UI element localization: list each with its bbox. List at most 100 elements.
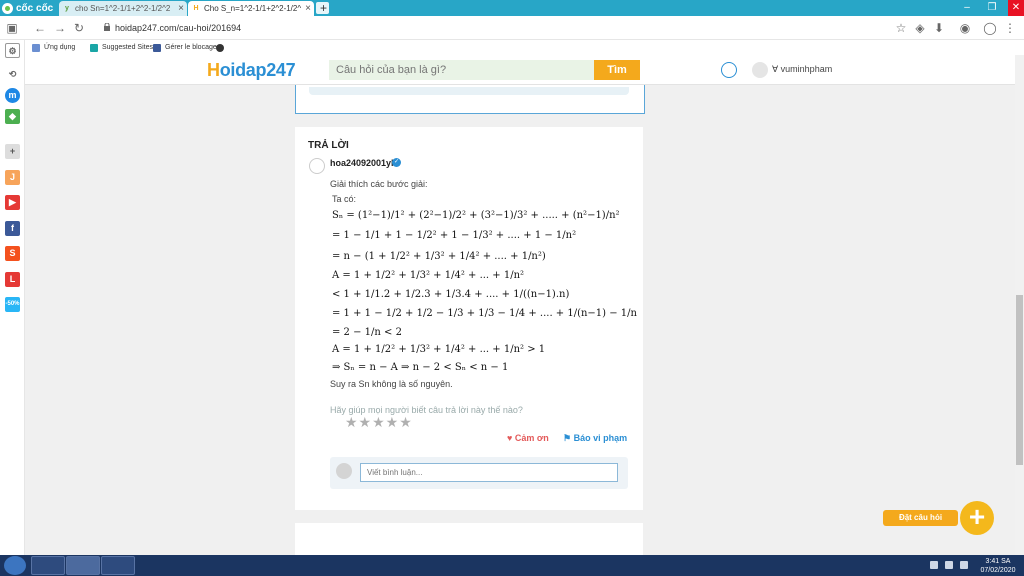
clock-time: 3:41 SA <box>985 558 1011 565</box>
forward-icon[interactable]: → <box>52 20 68 36</box>
close-tab-icon[interactable]: × <box>178 3 184 14</box>
facebook-app-icon[interactable]: f <box>5 221 20 236</box>
bookmark-label: Ứng dụng <box>44 44 76 51</box>
tab-title: Cho S_n=1^2-1/1+2^2-1/2^ <box>204 4 302 13</box>
web-page: Hoidap247 Tìm ∀ vuminhpham TRẢ LỜI hoa24… <box>25 55 1015 555</box>
browser-toolbar: ▣ ← → ↻ hoidap247.com/cau-hoi/201694 ☆ ◈… <box>0 16 1024 40</box>
answer-heading: TRẢ LỜI <box>308 140 349 151</box>
browser-title-bar: cốc cốc y cho Sn=1^2-1/1+2^2-1/2^2 × H C… <box>0 0 1024 16</box>
discount-badge[interactable]: -50% <box>5 297 20 312</box>
close-tab-icon[interactable]: × <box>305 3 311 14</box>
answerer-name[interactable]: hoa24092001yl <box>330 158 394 168</box>
report-label: Báo vi phạm <box>573 433 628 443</box>
messenger-icon[interactable]: m <box>5 88 20 103</box>
math-line: = n − (1 + 1/2² + 1/3² + 1/4² + .... + 1… <box>332 251 546 262</box>
star-rating[interactable]: ★★★★★ <box>345 414 413 431</box>
math-line: = 1 − 1/1 + 1 − 1/2² + 1 − 1/3² + .... +… <box>332 230 577 241</box>
next-card <box>295 523 643 555</box>
bookmark-suggested-sites[interactable]: Suggested Sites <box>90 42 153 53</box>
add-app-icon[interactable]: + <box>5 144 20 159</box>
bookmark-apps[interactable]: Ứng dụng <box>32 42 75 53</box>
windows-taskbar: 3:41 SA 07/02/2020 <box>0 555 1024 576</box>
math-line: A = 1 + 1/2² + 1/3² + 1/4² + ... + 1/n² … <box>332 344 546 355</box>
reload-icon[interactable]: ↻ <box>71 20 87 36</box>
bookmark-star-icon[interactable]: ☆ <box>893 20 909 36</box>
lock-icon <box>104 23 110 31</box>
browser-logo[interactable]: cốc cốc <box>2 1 53 15</box>
game-icon[interactable]: ◆ <box>5 109 20 124</box>
tab-2-active[interactable]: H Cho S_n=1^2-1/1+2^2-1/2^ × <box>188 1 314 16</box>
block-icon[interactable] <box>216 42 228 53</box>
volume-icon[interactable] <box>960 561 968 569</box>
ask-question-label[interactable]: Đặt câu hỏi <box>883 510 958 526</box>
math-line: ⇒ Sₙ = n − A ⇒ n − 2 < Sₙ < n − 1 <box>332 362 509 373</box>
answerer-avatar[interactable] <box>309 158 325 174</box>
tab-favicon-icon: y <box>65 5 69 12</box>
math-line: = 2 − 1/n < 2 <box>332 327 402 338</box>
answer-conclusion: Suy ra Sn không là số nguyên. <box>330 379 453 389</box>
username-text: vuminhpham <box>780 64 833 74</box>
history-icon[interactable]: ⟲ <box>5 67 20 82</box>
tray-up-icon[interactable] <box>930 561 938 569</box>
bell-icon[interactable] <box>721 62 737 78</box>
search-button[interactable]: Tìm <box>594 60 640 80</box>
bing-icon <box>90 43 98 52</box>
download-icon[interactable]: ⬇ <box>931 20 947 36</box>
bookmark-gerer-blocage[interactable]: Gérer le blocage <box>153 42 217 53</box>
minimize-icon[interactable]: – <box>959 0 975 16</box>
explorer-task-icon[interactable] <box>101 556 135 575</box>
network-icon[interactable] <box>945 561 953 569</box>
commenter-avatar <box>336 463 352 479</box>
answer-intro: Giải thích các bước giải: <box>330 179 428 189</box>
answer-card: TRẢ LỜI hoa24092001yl ✓ Giải thích các b… <box>295 127 643 510</box>
comment-input[interactable] <box>360 463 618 482</box>
site-logo[interactable]: Hoidap247 <box>207 60 296 81</box>
bookmarks-bar: Ứng dụng Suggested Sites Gérer le blocag… <box>0 40 1024 55</box>
shopee-icon[interactable]: S <box>5 246 20 261</box>
site-header: Hoidap247 Tìm ∀ vuminhpham <box>25 55 1015 85</box>
block-circle-icon <box>216 43 224 52</box>
back-icon[interactable]: ← <box>32 20 48 36</box>
new-tab-button[interactable]: + <box>316 2 329 14</box>
coccoc-task-icon[interactable] <box>66 556 100 575</box>
username[interactable]: ∀ vuminhpham <box>772 64 832 75</box>
page-scrollbar[interactable] <box>1015 55 1024 555</box>
tab-1[interactable]: y cho Sn=1^2-1/1+2^2-1/2^2 × <box>59 1 187 16</box>
bookmark-label: Suggested Sites <box>102 44 153 51</box>
thanks-button[interactable]: ♥ Cảm ơn <box>507 433 549 443</box>
chrome-task-icon[interactable] <box>31 556 65 575</box>
comment-box <box>330 457 628 489</box>
search-input[interactable] <box>329 60 594 80</box>
app-j-icon[interactable]: J <box>5 170 20 185</box>
math-line: = 1 + 1 − 1/2 + 1/2 − 1/3 + 1/3 − 1/4 + … <box>332 308 637 319</box>
scroll-thumb[interactable] <box>1016 295 1023 465</box>
maximize-icon[interactable]: ❐ <box>984 0 1000 16</box>
browser-sidebar: ⚙ ⟲ m ◆ + J ▶ f S L -50% <box>0 40 25 555</box>
browser-brand: cốc cốc <box>16 2 54 14</box>
user-avatar[interactable] <box>752 62 768 78</box>
report-button[interactable]: ⚑ Báo vi phạm <box>563 433 627 444</box>
close-window-icon[interactable]: ✕ <box>1008 0 1024 16</box>
verified-icon: ✓ <box>392 158 401 167</box>
bookmark-label: Gérer le blocage <box>165 44 217 51</box>
settings-icon[interactable]: ⚙ <box>5 43 20 58</box>
math-line: A = 1 + 1/2² + 1/3² + 1/4² + ... + 1/n² <box>332 270 525 281</box>
sidebar-toggle-icon[interactable]: ▣ <box>4 20 20 36</box>
shield-icon[interactable]: ◈ <box>912 20 928 36</box>
math-line: Sₙ = (1²−1)/1² + (2²−1)/2² + (3²−1)/3² +… <box>332 210 620 221</box>
lazada-icon[interactable]: L <box>5 272 20 287</box>
account-icon[interactable]: ◯ <box>982 20 998 36</box>
tab-favicon-icon: H <box>193 5 199 12</box>
answer-ta-co: Ta có: <box>332 194 357 204</box>
question-card-inner <box>309 87 629 95</box>
question-card <box>295 85 645 114</box>
system-clock[interactable]: 3:41 SA 07/02/2020 <box>978 557 1018 575</box>
menu-icon[interactable]: ⋮ <box>1002 20 1018 36</box>
ask-question-plus-button[interactable]: + <box>960 501 994 535</box>
address-bar[interactable]: hoidap247.com/cau-hoi/201694 <box>115 20 241 36</box>
youtube-icon[interactable]: ▶ <box>5 195 20 210</box>
clock-date: 07/02/2020 <box>980 567 1016 574</box>
extension-icon[interactable]: ◉ <box>957 20 973 36</box>
start-button[interactable] <box>4 556 26 575</box>
coccoc-logo-icon <box>2 2 13 14</box>
